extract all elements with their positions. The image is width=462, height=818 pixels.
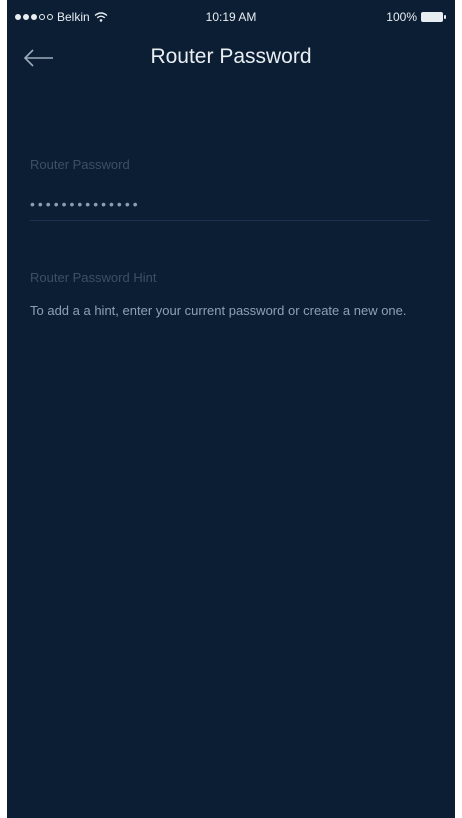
nav-bar: Router Password xyxy=(7,36,455,80)
arrow-left-icon xyxy=(23,49,53,67)
router-password-label: Router Password xyxy=(30,157,130,172)
status-bar: Belkin 10:19 AM 100% xyxy=(7,0,455,36)
battery-icon xyxy=(421,12,446,22)
password-value: •••••••••••••• xyxy=(30,196,141,212)
hint-instructions: To add a a hint, enter your current pass… xyxy=(30,303,407,318)
battery-percent: 100% xyxy=(386,10,417,24)
router-password-hint-label: Router Password Hint xyxy=(30,270,157,285)
router-password-field[interactable]: •••••••••••••• xyxy=(30,188,430,221)
back-button[interactable] xyxy=(21,44,57,72)
status-right: 100% xyxy=(386,10,446,24)
screen: Belkin 10:19 AM 100% Router Password Rou… xyxy=(7,0,455,818)
page-title: Router Password xyxy=(150,45,312,68)
